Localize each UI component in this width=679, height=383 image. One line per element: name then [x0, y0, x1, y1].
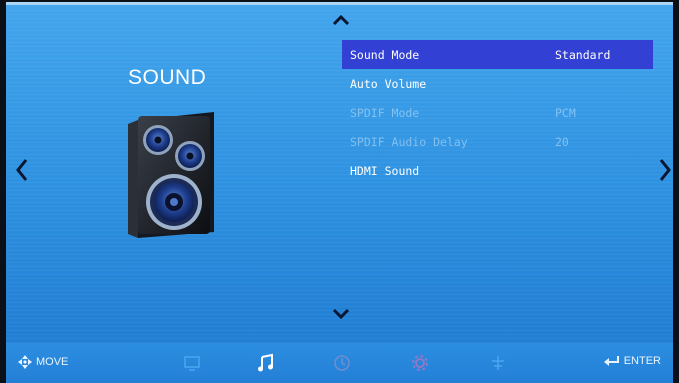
move-hint: MOVE: [18, 355, 68, 369]
move-dpad-icon: [18, 355, 32, 369]
bottom-navigation-bar: MOVE ENTER: [6, 343, 673, 383]
menu-item-label: SPDIF Mode: [350, 105, 420, 120]
clock-tab-icon[interactable]: [332, 353, 352, 373]
menu-item-spdif-audio-delay: SPDIF Audio Delay 20: [342, 127, 653, 156]
menu-item-value: PCM: [555, 105, 576, 120]
menu-item-value: 20: [555, 134, 569, 149]
nav-right-arrow-icon[interactable]: [659, 158, 671, 182]
menu-item-auto-volume[interactable]: Auto Volume: [342, 69, 653, 98]
menu-item-label: HDMI Sound: [350, 163, 420, 178]
sound-settings-menu: Sound Mode Standard Auto Volume SPDIF Mo…: [342, 40, 653, 185]
menu-item-sound-mode[interactable]: Sound Mode Standard: [342, 40, 653, 69]
tv-menu-screen: SOUND Sound Mode Standard Auto Volume SP…: [6, 2, 673, 383]
nav-up-arrow-icon[interactable]: [332, 14, 350, 26]
nav-left-arrow-icon[interactable]: [16, 158, 28, 182]
move-hint-label: MOVE: [36, 356, 69, 368]
nav-down-arrow-icon[interactable]: [332, 308, 350, 320]
picture-tab-icon[interactable]: [182, 353, 202, 373]
gear-tab-icon[interactable]: [410, 353, 430, 373]
enter-hint: ENTER: [603, 355, 661, 367]
speaker-icon: [128, 112, 214, 238]
menu-item-label: SPDIF Audio Delay: [350, 134, 468, 149]
menu-item-spdif-mode: SPDIF Mode PCM: [342, 98, 653, 127]
page-title: SOUND: [128, 66, 207, 89]
lock-tab-icon[interactable]: [488, 353, 508, 373]
menu-item-hdmi-sound[interactable]: HDMI Sound: [342, 156, 653, 185]
menu-item-label: Sound Mode: [350, 47, 420, 62]
menu-item-label: Auto Volume: [350, 76, 427, 91]
enter-hint-label: ENTER: [623, 355, 661, 367]
music-note-tab-icon[interactable]: [256, 353, 276, 373]
enter-arrow-icon: [603, 356, 619, 366]
menu-item-value: Standard: [555, 47, 611, 62]
